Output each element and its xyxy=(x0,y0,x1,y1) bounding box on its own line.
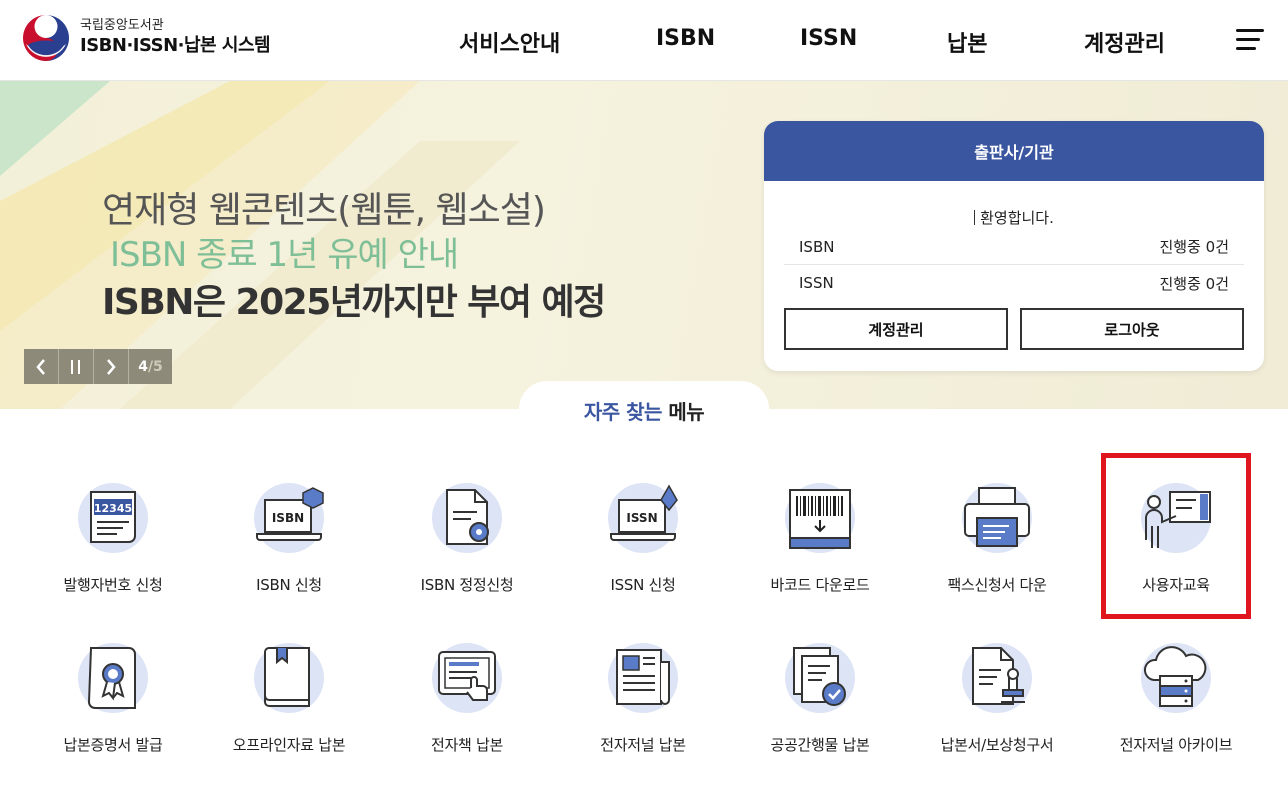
barcode-icon xyxy=(785,483,855,553)
menu-label: ISSN 신청 xyxy=(610,576,676,594)
site-logo[interactable]: 국립중앙도서관 ISBN·ISSN·납본 시스템 xyxy=(22,14,271,62)
status-label: ISBN xyxy=(799,237,835,256)
nav-service-info[interactable]: 서비스안내 xyxy=(459,26,560,58)
svg-text:12345: 12345 xyxy=(94,502,132,515)
hero-headline-3[interactable]: ISBN은 2025년까지만 부여 예정 xyxy=(102,273,606,325)
slider-controls: 4/5 xyxy=(24,349,172,384)
menu-label: 팩스신청서 다운 xyxy=(947,576,1047,594)
presentation-icon xyxy=(1141,483,1211,553)
menu-label: 공공간행물 납본 xyxy=(770,736,870,754)
status-label: ISSN xyxy=(799,274,834,292)
menu-label: ISBN 신청 xyxy=(256,576,322,594)
status-value[interactable]: 진행중 0건 xyxy=(1159,273,1229,294)
government-emblem-icon xyxy=(23,15,69,61)
menu-label: 전자저널 아카이브 xyxy=(1119,736,1233,754)
pause-icon xyxy=(71,359,80,374)
svg-text:ISSN: ISSN xyxy=(626,511,657,525)
menu-isbn-correction[interactable]: ISBN 정정신청 xyxy=(397,482,537,612)
slider-prev-button[interactable] xyxy=(24,349,59,384)
publisher-number-icon: 12345 xyxy=(78,483,148,553)
menu-fax-form-download[interactable]: 팩스신청서 다운 xyxy=(927,482,1067,612)
nav-deposit[interactable]: 납본 xyxy=(947,26,987,58)
menu-deposit-certificate[interactable]: 납본증명서 발급 xyxy=(43,642,183,772)
document-stamp-icon xyxy=(962,643,1032,713)
menu-isbn-apply[interactable]: ISBN ISBN 신청 xyxy=(219,482,359,612)
menu-ebook-deposit[interactable]: 전자책 납본 xyxy=(397,642,537,772)
menu-label: 납본증명서 발급 xyxy=(63,736,163,754)
menu-public-publication-deposit[interactable]: 공공간행물 납본 xyxy=(750,642,890,772)
logout-button[interactable]: 로그아웃 xyxy=(1020,308,1244,350)
user-info-card: 출판사/기관 환영합니다. ISBN 진행중 0건 ISSN 진행중 0건 계정… xyxy=(764,121,1264,371)
document-gear-icon xyxy=(432,483,502,553)
menu-label: 바코드 다운로드 xyxy=(770,576,870,594)
hero-headline-1[interactable]: 연재형 웹콘텐츠(웹툰, 웹소설) xyxy=(102,181,546,233)
menu-label: 사용자교육 xyxy=(1142,576,1210,594)
cloud-server-icon xyxy=(1141,643,1211,713)
menu-offline-deposit[interactable]: 오프라인자료 납본 xyxy=(219,642,359,772)
status-row-isbn[interactable]: ISBN 진행중 0건 xyxy=(784,229,1244,265)
header: 국립중앙도서관 ISBN·ISSN·납본 시스템 서비스안내 ISBN ISSN… xyxy=(0,0,1288,81)
menu-label: 전자책 납본 xyxy=(431,736,503,754)
menu-claim-forms[interactable]: 납본서/보상청구서 xyxy=(927,642,1067,772)
logo-system-title: ISBN·ISSN·납본 시스템 xyxy=(80,35,271,56)
slide-counter: 4/5 xyxy=(129,349,172,384)
status-row-issn[interactable]: ISSN 진행중 0건 xyxy=(784,265,1244,301)
menu-barcode-download[interactable]: 바코드 다운로드 xyxy=(750,482,890,612)
hero-headline-2[interactable]: ISBN 종료 1년 유예 안내 xyxy=(110,227,459,276)
book-icon xyxy=(254,643,324,713)
chevron-right-icon xyxy=(107,358,116,375)
issn-laptop-icon: ISSN xyxy=(608,483,678,553)
chevron-left-icon xyxy=(36,358,45,375)
newspaper-icon xyxy=(608,643,678,713)
nav-account[interactable]: 계정관리 xyxy=(1084,26,1165,58)
certificate-icon xyxy=(78,643,148,713)
status-value[interactable]: 진행중 0건 xyxy=(1159,236,1229,257)
logo-org-name: 국립중앙도서관 xyxy=(80,18,164,33)
favorites-title-dark: 메뉴 xyxy=(668,400,705,424)
nav-isbn[interactable]: ISBN xyxy=(656,26,715,51)
menu-label: 발행자번호 신청 xyxy=(63,576,163,594)
slide-current: 4 xyxy=(138,358,148,375)
fax-icon xyxy=(962,483,1032,553)
hamburger-menu-icon[interactable] xyxy=(1236,27,1264,51)
documents-check-icon xyxy=(785,643,855,713)
slider-pause-button[interactable] xyxy=(59,349,94,384)
isbn-laptop-icon: ISBN xyxy=(254,483,324,553)
welcome-text: 환영합니다. xyxy=(980,209,1054,227)
menu-label: 오프라인자료 납본 xyxy=(232,736,346,754)
svg-text:ISBN: ISBN xyxy=(272,511,304,525)
favorites-title: 자주 찾는 메뉴 xyxy=(519,396,769,425)
slide-total: /5 xyxy=(147,358,163,375)
menu-issn-apply[interactable]: ISSN ISSN 신청 xyxy=(573,482,713,612)
account-manage-button[interactable]: 계정관리 xyxy=(784,308,1008,350)
menu-label: 전자저널 납본 xyxy=(600,736,686,754)
menu-label: 납본서/보상청구서 xyxy=(940,736,1054,754)
menu-user-education[interactable]: 사용자교육 xyxy=(1106,482,1246,612)
slider-next-button[interactable] xyxy=(94,349,129,384)
menu-publisher-number[interactable]: 12345 발행자번호 신청 xyxy=(43,482,183,612)
menu-ejournal-archive[interactable]: 전자저널 아카이브 xyxy=(1106,642,1246,772)
menu-ejournal-deposit[interactable]: 전자저널 납본 xyxy=(573,642,713,772)
favorites-title-blue: 자주 찾는 xyxy=(583,400,663,424)
card-title: 출판사/기관 xyxy=(764,121,1264,181)
nav-issn[interactable]: ISSN xyxy=(800,26,857,51)
menu-label: ISBN 정정신청 xyxy=(420,576,514,594)
welcome-message: 환영합니다. xyxy=(764,207,1264,228)
tablet-touch-icon xyxy=(432,643,502,713)
